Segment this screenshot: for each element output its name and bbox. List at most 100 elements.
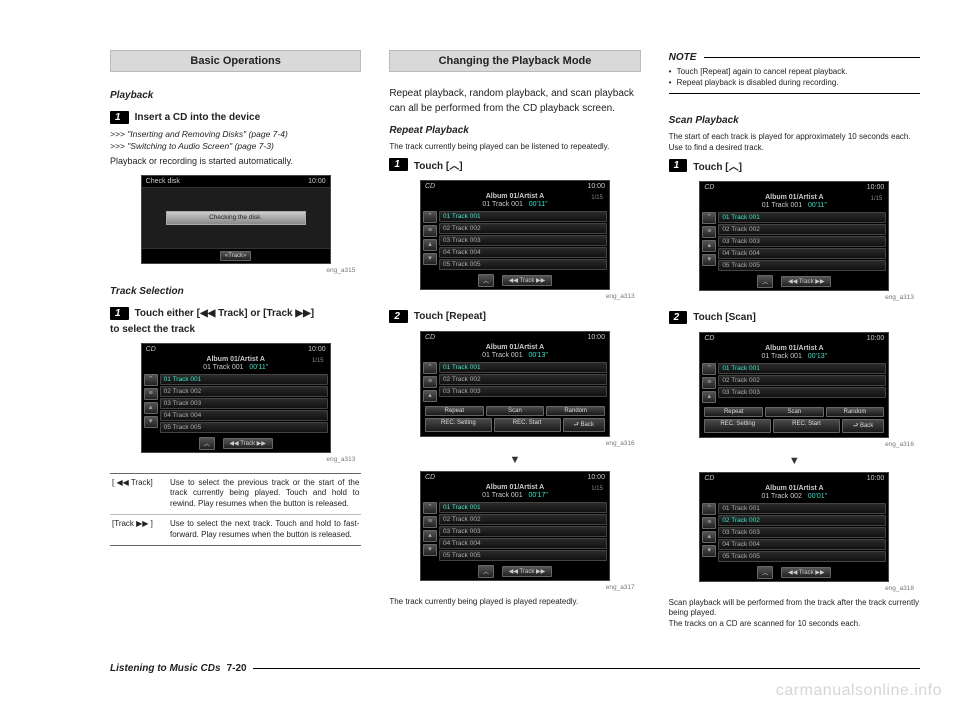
ss-chevron-btn: ︿ xyxy=(199,437,215,450)
step-text: Touch [Repeat] xyxy=(414,311,486,322)
ss-track-nav: ◀◀ Track ▶▶ xyxy=(223,438,273,449)
ss-menu-back: ⮐ Back xyxy=(563,418,605,432)
subhead-repeat-playback: Repeat Playback xyxy=(389,125,640,136)
body-text: The tracks on a CD are scanned for 10 se… xyxy=(669,619,920,630)
step-number-badge: 2 xyxy=(669,311,688,324)
ss-time: 00'13" xyxy=(528,352,547,359)
down-arrow-icon: ▼ xyxy=(669,455,920,467)
ss-clock: 10:00 xyxy=(867,475,885,482)
ss-menu-rec-setting: REC. Setting xyxy=(704,419,771,433)
page-footer: Listening to Music CDs 7-20 xyxy=(110,663,920,674)
screenshot-track-list: CD10:00 Album 01/Artist A 01 Track 001 0… xyxy=(141,343,331,453)
ss-down2-icon: ▾ xyxy=(144,416,158,428)
ss-track-row: 03 Track 003 xyxy=(439,235,607,246)
step-text-line2: to select the track xyxy=(110,324,361,335)
ss-title-text: Check disk xyxy=(146,178,180,185)
ss-track: 01 Track 001 xyxy=(482,492,522,499)
ss-clock: 10:00 xyxy=(587,183,605,190)
ss-track-row: 03 Track 003 xyxy=(718,236,886,247)
screenshot-caption: eng_a313 xyxy=(110,456,355,463)
ss-clock: 10:00 xyxy=(867,335,885,342)
ss-track-row: 01 Track 001 xyxy=(718,212,886,223)
screenshot-caption: eng_a316 xyxy=(389,440,634,447)
ss-up2-icon: ▴ xyxy=(144,402,158,414)
ss-track-count: 1/15 xyxy=(871,196,883,202)
step-touch-repeat: 2 Touch [Repeat] xyxy=(389,310,640,323)
column-1: Basic Operations Playback 1 Insert a CD … xyxy=(110,50,361,630)
ss-track-row: 02 Track 002 xyxy=(718,375,886,386)
ss-track-row: 01 Track 001 xyxy=(439,502,607,513)
step-number-badge: 2 xyxy=(389,310,408,323)
step-insert-cd: 1 Insert a CD into the device xyxy=(110,111,361,124)
ss-track-row: 04 Track 004 xyxy=(160,410,328,421)
definition-row: [Track ▶▶ ] Use to select the next track… xyxy=(110,515,361,545)
ss-album: Album 01/Artist A xyxy=(700,193,888,202)
screenshot-repeat-1: CD10:00 Album 01/Artist A 01 Track 001 0… xyxy=(420,180,610,290)
page-columns: Basic Operations Playback 1 Insert a CD … xyxy=(110,50,920,630)
ss-track-row: 01 Track 001 xyxy=(718,363,886,374)
watermark-text: carmanualsonline.info xyxy=(776,682,942,700)
section-header-playback-mode: Changing the Playback Mode xyxy=(389,50,640,72)
cross-reference: >>> "Switching to Audio Screen" (page 7-… xyxy=(110,141,361,151)
definition-key: [Track ▶▶ ] xyxy=(112,519,164,541)
ss-track-row: 02 Track 002 xyxy=(439,514,607,525)
ss-album: Album 01/Artist A xyxy=(142,355,330,364)
footer-rule xyxy=(253,668,920,669)
note-list: Touch [Repeat] again to cancel repeat pl… xyxy=(669,67,920,89)
body-text: The start of each track is played for ap… xyxy=(669,132,920,154)
column-2: Changing the Playback Mode Repeat playba… xyxy=(389,50,640,630)
ss-source-label: CD xyxy=(425,183,435,190)
ss-track-row: 05 Track 005 xyxy=(439,550,607,561)
note-header-row: NOTE xyxy=(669,52,920,63)
ss-track-row: 05 Track 005 xyxy=(718,260,886,271)
ss-menu-scan: Scan xyxy=(486,406,545,416)
track-button-definitions: [ ◀◀ Track] Use to select the previous t… xyxy=(110,473,361,546)
ss-track-row: 04 Track 004 xyxy=(439,538,607,549)
ss-track-row: 04 Track 004 xyxy=(439,247,607,258)
step-touch-chevron: 1 Touch [︿] xyxy=(389,157,640,172)
step-touch-scan: 2 Touch [Scan] xyxy=(669,311,920,324)
chevron-up-icon: ︿ xyxy=(449,161,459,172)
ss-track-row: 02 Track 002 xyxy=(439,374,607,385)
ss-track: 01 Track 001 xyxy=(482,352,522,359)
ss-track-row: 01 Track 001 xyxy=(439,211,607,222)
ss-up-icon: ⌃ xyxy=(144,374,158,386)
note-item: Touch [Repeat] again to cancel repeat pl… xyxy=(669,67,920,78)
ss-source-label: CD xyxy=(146,346,156,353)
ss-track: 01 Track 001 xyxy=(762,202,802,209)
screenshot-caption: eng_a313 xyxy=(389,293,634,300)
step-text: Touch [︿] xyxy=(414,157,463,172)
step-number-badge: 1 xyxy=(110,111,129,124)
screenshot-scan-menu: CD10:00 Album 01/Artist A 01 Track 001 0… xyxy=(699,332,889,438)
step-number-badge: 1 xyxy=(389,158,408,171)
ss-clock: 10:00 xyxy=(587,474,605,481)
ss-track: 01 Track 002 xyxy=(761,493,801,500)
ss-time: 00'17" xyxy=(528,492,547,499)
cross-reference: >>> "Inserting and Removing Disks" (page… xyxy=(110,129,361,139)
ss-track-row: 05 Track 005 xyxy=(160,422,328,433)
note-heading: NOTE xyxy=(669,52,697,63)
next-track-icon: ▶▶ xyxy=(295,308,310,319)
body-text: The track currently being played can be … xyxy=(389,142,640,153)
screenshot-scan-result: CD10:00 Album 01/Artist A 01 Track 002 0… xyxy=(699,472,889,582)
step-touch-chevron-scan: 1 Touch [︿] xyxy=(669,158,920,173)
ss-track-row: 03 Track 003 xyxy=(718,527,886,538)
screenshot-caption: eng_a313 xyxy=(669,294,914,301)
body-text: Scan playback will be performed from the… xyxy=(669,598,920,620)
prev-track-icon: ◀◀ xyxy=(200,308,215,319)
ss-track: 01 Track 001 xyxy=(203,364,243,371)
ss-clock: 10:00 xyxy=(587,334,605,341)
ss-track-row: 02 Track 002 xyxy=(718,224,886,235)
ss-album: Album 01/Artist A xyxy=(700,344,888,353)
ss-track: 01 Track 001 xyxy=(482,201,522,208)
ss-track-row: 03 Track 003 xyxy=(718,387,886,398)
footer-page: 7-20 xyxy=(227,663,247,674)
step-text: Touch [︿] xyxy=(693,158,742,173)
footer-title: Listening to Music CDs xyxy=(110,663,221,674)
screenshot-repeat-menu: CD10:00 Album 01/Artist A 01 Track 001 0… xyxy=(420,331,610,437)
definition-row: [ ◀◀ Track] Use to select the previous t… xyxy=(110,474,361,515)
ss-track-row: 03 Track 003 xyxy=(439,526,607,537)
subhead-track-selection: Track Selection xyxy=(110,286,361,297)
ss-album: Album 01/Artist A xyxy=(421,483,609,492)
ss-track-row: 02 Track 002 xyxy=(160,386,328,397)
